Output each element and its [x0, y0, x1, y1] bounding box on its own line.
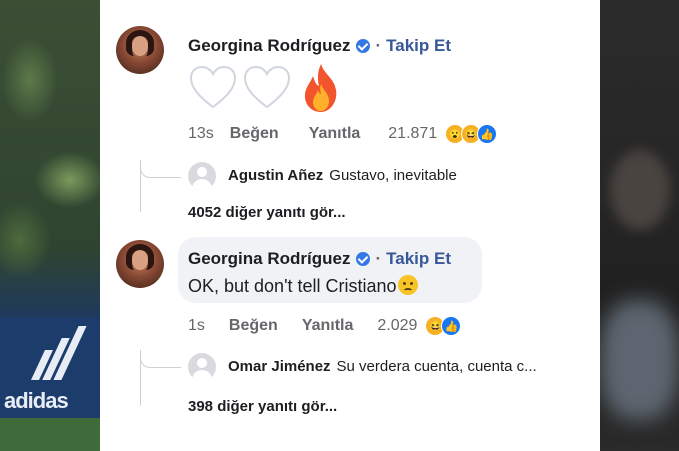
fire-icon: [304, 64, 337, 112]
author-name[interactable]: Georgina Rodríguez: [188, 36, 350, 56]
reply-button[interactable]: Yanıtla: [309, 125, 361, 143]
reaction-count[interactable]: 21.871: [388, 125, 437, 143]
reply-preview[interactable]: Agustin Añez Gustavo, inevitable: [228, 167, 457, 184]
comment-header: Georgina Rodríguez · Takip Et: [188, 249, 451, 269]
reply-text: Gustavo, inevitable: [329, 167, 457, 184]
background-left-photo: adidas: [0, 0, 100, 451]
reply-button[interactable]: Yanıtla: [302, 317, 354, 335]
follow-button[interactable]: Takip Et: [386, 36, 451, 56]
reply-preview[interactable]: Omar Jiménez Su verdera cuenta, cuenta c…: [228, 358, 537, 375]
white-heart-icon: [243, 65, 291, 109]
like-button[interactable]: Beğen: [229, 317, 278, 335]
thread-connector: [140, 350, 181, 368]
grass: [0, 418, 100, 451]
view-more-replies-link[interactable]: 398 diğer yanıtı gör...: [188, 398, 337, 415]
reply-author[interactable]: Agustin Añez: [228, 167, 323, 184]
like-reaction-icon: 👍: [441, 316, 462, 336]
verified-badge-icon: [356, 39, 371, 53]
like-button[interactable]: Beğen: [230, 125, 279, 143]
pleading-face-icon: [397, 275, 418, 295]
thread-connector: [140, 350, 141, 406]
comment-actions: 1s Beğen Yanıtla 2.029 😆 👍: [188, 316, 462, 336]
author-name[interactable]: Georgina Rodríguez: [188, 249, 350, 269]
reply-text: Su verdera cuenta, cuenta c...: [336, 358, 537, 375]
reply-avatar[interactable]: [188, 353, 216, 381]
comment-text: OK, but don't tell Cristiano: [188, 275, 418, 297]
reaction-summary[interactable]: 😮 😆 👍: [441, 124, 498, 144]
comment-actions: 13s Beğen Yanıtla 21.871 😮 😆 👍: [188, 124, 498, 144]
reply-author[interactable]: Omar Jiménez: [228, 358, 331, 375]
separator-dot: ·: [375, 249, 382, 268]
background-blur: [610, 150, 670, 230]
commenter-avatar[interactable]: [116, 26, 164, 74]
thread-connector: [140, 160, 141, 212]
separator-dot: ·: [375, 36, 382, 55]
background-blur: [600, 300, 679, 420]
like-reaction-icon: 👍: [477, 124, 498, 144]
background-right-photo: [600, 0, 679, 451]
follow-button[interactable]: Takip Et: [386, 249, 451, 269]
brand-logo-text: adidas: [4, 388, 69, 413]
comment-body: OK, but don't tell Cristiano: [188, 276, 397, 296]
emoji-comment-content: [188, 62, 342, 114]
thread-connector: [140, 160, 181, 178]
timestamp[interactable]: 13s: [188, 125, 214, 143]
view-more-replies-link[interactable]: 4052 diğer yanıtı gör...: [188, 204, 346, 221]
verified-badge-icon: [356, 252, 371, 266]
comment-header: Georgina Rodríguez · Takip Et: [188, 36, 451, 56]
reaction-count[interactable]: 2.029: [377, 317, 417, 335]
commenter-avatar[interactable]: [116, 240, 164, 288]
white-heart-icon: [189, 65, 237, 109]
reaction-summary[interactable]: 😆 👍: [421, 316, 462, 336]
reply-avatar[interactable]: [188, 162, 216, 190]
comments-panel: [100, 0, 600, 451]
timestamp[interactable]: 1s: [188, 317, 205, 335]
